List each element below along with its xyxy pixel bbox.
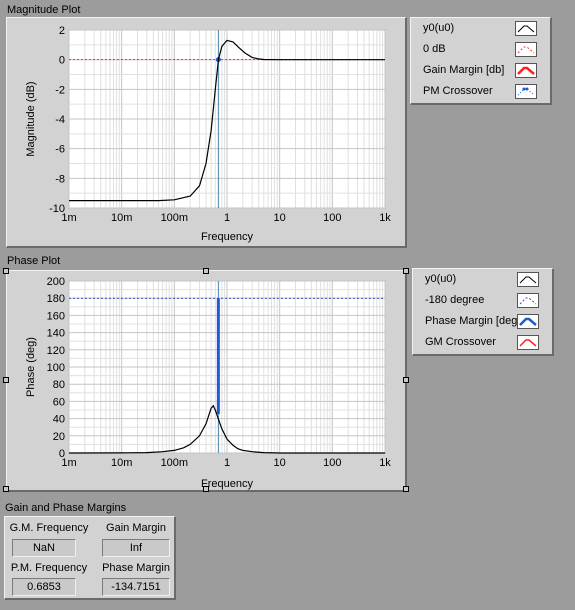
- resize-handle[interactable]: [3, 377, 9, 383]
- y-tick-label: 60: [53, 396, 65, 408]
- x-tick-label: 1: [224, 212, 230, 224]
- margins-title: Gain and Phase Margins: [5, 502, 127, 514]
- phase-chart: 1m 10m 100m 1 10 100 1k02040608010012014016018…: [25, 276, 391, 490]
- phase-plot[interactable]: 1m 10m 100m 1 10 100 1k 0 20 40 60 80 100 120 140 160 18…: [6, 270, 407, 492]
- phase-margin-label: Phase Margin: [102, 562, 170, 574]
- margins-cluster: G.M. Frequency NaN Gain Margin Inf P.M. …: [4, 516, 176, 600]
- legend-label: y0(u0): [423, 22, 455, 34]
- y-tick-label: -6: [55, 144, 65, 156]
- pm-frequency-label: P.M. Frequency: [10, 562, 88, 574]
- resize-handle[interactable]: [203, 486, 209, 492]
- legend-item-pm-crossover[interactable]: PM Crossover: [411, 81, 550, 103]
- magnitude-y-axis-label: Magnitude (dB): [25, 81, 37, 156]
- x-tick-label: 10m: [111, 457, 132, 469]
- legend-label: GM Crossover: [425, 336, 496, 348]
- x-tick-label: 1: [224, 457, 230, 469]
- y-tick-label: 0: [59, 448, 65, 460]
- legend-item-minus180[interactable]: -180 degree: [413, 290, 552, 312]
- y-tick-label: 2: [59, 25, 65, 37]
- plot-style-swatch[interactable]: [517, 272, 539, 287]
- x-tick-label: 100: [323, 457, 341, 469]
- y-tick-label: 0: [59, 55, 65, 67]
- x-tick-label: 10: [274, 212, 286, 224]
- magnitude-plot-caption: Magnitude Plot: [7, 4, 81, 16]
- legend-label: Gain Margin [db]: [423, 64, 505, 76]
- legend-label: 0 dB: [423, 43, 446, 55]
- plot-style-swatch[interactable]: [515, 42, 537, 57]
- plot-style-swatch[interactable]: [515, 21, 537, 36]
- y-tick-label: 180: [47, 293, 65, 305]
- magnitude-legend[interactable]: y0(u0) 0 dB Gain Margin [db] PM Crossove…: [410, 17, 552, 105]
- resize-handle[interactable]: [3, 268, 9, 274]
- plot-style-swatch[interactable]: [517, 335, 539, 350]
- y-tick-label: -8: [55, 173, 65, 185]
- plot-style-swatch[interactable]: [517, 314, 539, 329]
- legend-item-phase-margin[interactable]: Phase Margin [deg]: [413, 311, 552, 333]
- y-tick-label: 40: [53, 414, 65, 426]
- x-tick-label: 10m: [111, 212, 132, 224]
- gain-margin-indicator: Inf: [102, 539, 170, 557]
- y-tick-label: 120: [47, 345, 65, 357]
- y-tick-label: 200: [47, 276, 65, 288]
- y-tick-label: 140: [47, 328, 65, 340]
- plot-style-swatch[interactable]: [515, 84, 537, 99]
- magnitude-chart: 1m 10m 100m 1 10 100 1k-10-8-6-4-202 Magnitude…: [25, 25, 391, 243]
- legend-label: y0(u0): [425, 273, 457, 285]
- y-tick-label: -2: [55, 84, 65, 96]
- x-tick-label: 100: [323, 212, 341, 224]
- y-tick-label: -10: [49, 203, 65, 215]
- phase-margin-indicator: -134.7151: [102, 578, 170, 596]
- resize-handle[interactable]: [203, 268, 209, 274]
- x-tick-label: 10: [274, 457, 286, 469]
- resize-handle[interactable]: [3, 486, 9, 492]
- legend-label: Phase Margin [deg]: [425, 315, 521, 327]
- resize-handle[interactable]: [403, 268, 409, 274]
- resize-handle[interactable]: [403, 377, 409, 383]
- x-tick-label: 1k: [379, 212, 391, 224]
- magnitude-plot[interactable]: 1m 10m 100m 1 10 100 1k -10 -8 -6 -4 -2 0 2 Magnitude…: [6, 17, 407, 248]
- legend-label: -180 degree: [425, 294, 485, 306]
- legend-item-y0[interactable]: y0(u0): [413, 269, 552, 291]
- gain-margin-label: Gain Margin: [106, 522, 166, 534]
- magnitude-x-axis-label: Frequency: [201, 231, 253, 243]
- legend-item-y0[interactable]: y0(u0): [411, 18, 550, 40]
- legend-item-0db[interactable]: 0 dB: [411, 39, 550, 61]
- phase-legend[interactable]: y0(u0) -180 degree Phase Margin [deg] GM…: [412, 268, 554, 356]
- y-tick-label: 80: [53, 379, 65, 391]
- legend-item-gain-margin[interactable]: Gain Margin [db]: [411, 60, 550, 82]
- y-tick-label: 100: [47, 362, 65, 374]
- y-tick-label: -4: [55, 114, 65, 126]
- gm-frequency-indicator: NaN: [12, 539, 76, 557]
- x-tick-label: 100m: [161, 212, 189, 224]
- legend-label: PM Crossover: [423, 85, 493, 97]
- y-tick-label: 160: [47, 310, 65, 322]
- y-tick-label: 20: [53, 431, 65, 443]
- legend-item-gm-crossover[interactable]: GM Crossover: [413, 332, 552, 354]
- phase-plot-caption: Phase Plot: [7, 255, 61, 267]
- gm-frequency-label: G.M. Frequency: [9, 522, 89, 534]
- pm-frequency-indicator: 0.6853: [12, 578, 76, 596]
- phase-y-axis-label: Phase (deg): [25, 337, 37, 397]
- x-tick-label: 1k: [379, 457, 391, 469]
- x-tick-label: 100m: [161, 457, 189, 469]
- plot-style-swatch[interactable]: [515, 63, 537, 78]
- resize-handle[interactable]: [403, 486, 409, 492]
- plot-style-swatch[interactable]: [517, 293, 539, 308]
